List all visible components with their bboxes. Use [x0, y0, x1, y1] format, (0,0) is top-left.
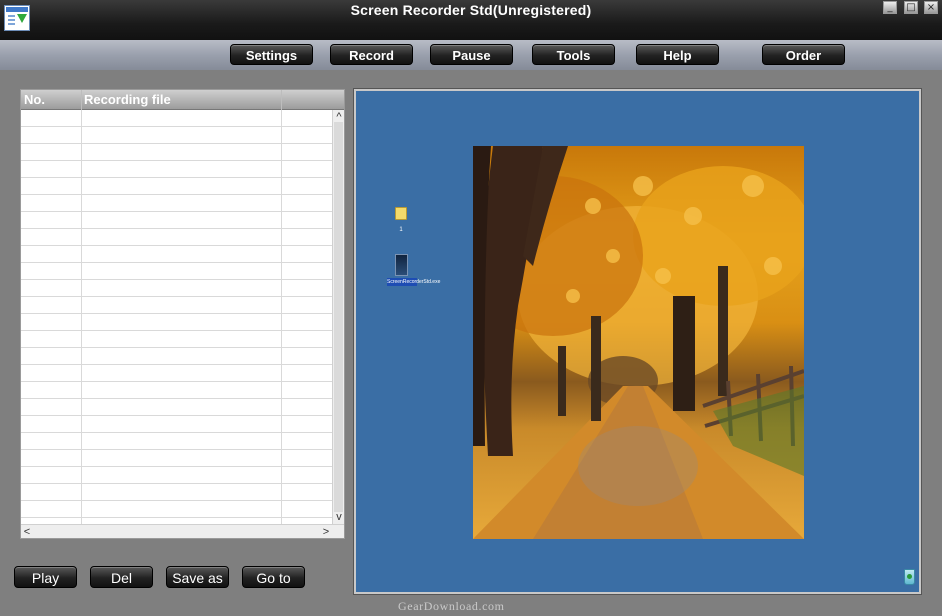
- save-as-button[interactable]: Save as: [166, 566, 229, 588]
- recycle-bin-icon: [904, 569, 915, 585]
- del-button[interactable]: Del: [90, 566, 153, 588]
- tools-button[interactable]: Tools: [532, 44, 615, 65]
- settings-button[interactable]: Settings: [230, 44, 313, 65]
- autumn-trees-path-photo: [473, 146, 804, 539]
- window-title: Screen Recorder Std(Unregistered): [350, 2, 592, 18]
- title-bar: Screen Recorder Std(Unregistered) _ □ ×: [0, 0, 942, 40]
- maximize-button[interactable]: □: [904, 1, 918, 14]
- desktop-preview: 1 ScreenRecorderStd.exe: [356, 91, 919, 592]
- pause-button[interactable]: Pause: [430, 44, 513, 65]
- exe-label: ScreenRecorderStd.exe: [387, 278, 441, 286]
- column-header-no[interactable]: No.: [24, 92, 45, 107]
- help-button[interactable]: Help: [636, 44, 719, 65]
- horizontal-scrollbar[interactable]: < >: [21, 524, 344, 538]
- scroll-left-icon[interactable]: <: [22, 526, 32, 538]
- screen-preview: 1 ScreenRecorderStd.exe: [353, 88, 922, 595]
- folder-label: 1: [399, 227, 403, 233]
- vertical-scroll-thumb[interactable]: [334, 122, 343, 512]
- scroll-down-icon[interactable]: v: [334, 511, 344, 523]
- go-to-button[interactable]: Go to: [242, 566, 305, 588]
- minimize-button[interactable]: _: [883, 1, 897, 14]
- list-rows[interactable]: [21, 110, 332, 524]
- watermark: GearDownload.com: [398, 599, 505, 613]
- order-button[interactable]: Order: [762, 44, 845, 65]
- exe-icon: [395, 254, 408, 276]
- vertical-scrollbar[interactable]: ^ v: [332, 110, 344, 524]
- scroll-right-icon[interactable]: >: [321, 526, 331, 538]
- play-button[interactable]: Play: [14, 566, 77, 588]
- column-header-recording-file[interactable]: Recording file: [84, 92, 171, 107]
- close-button[interactable]: ×: [924, 1, 938, 14]
- column-divider: [281, 110, 282, 524]
- list-header: No. Recording file: [21, 90, 344, 110]
- record-button[interactable]: Record: [330, 44, 413, 65]
- toolbar: Settings Record Pause Tools Help Order: [0, 40, 942, 70]
- column-divider: [81, 110, 82, 524]
- recording-file-list[interactable]: No. Recording file ^ v < >: [20, 89, 345, 539]
- folder-icon: [395, 207, 407, 220]
